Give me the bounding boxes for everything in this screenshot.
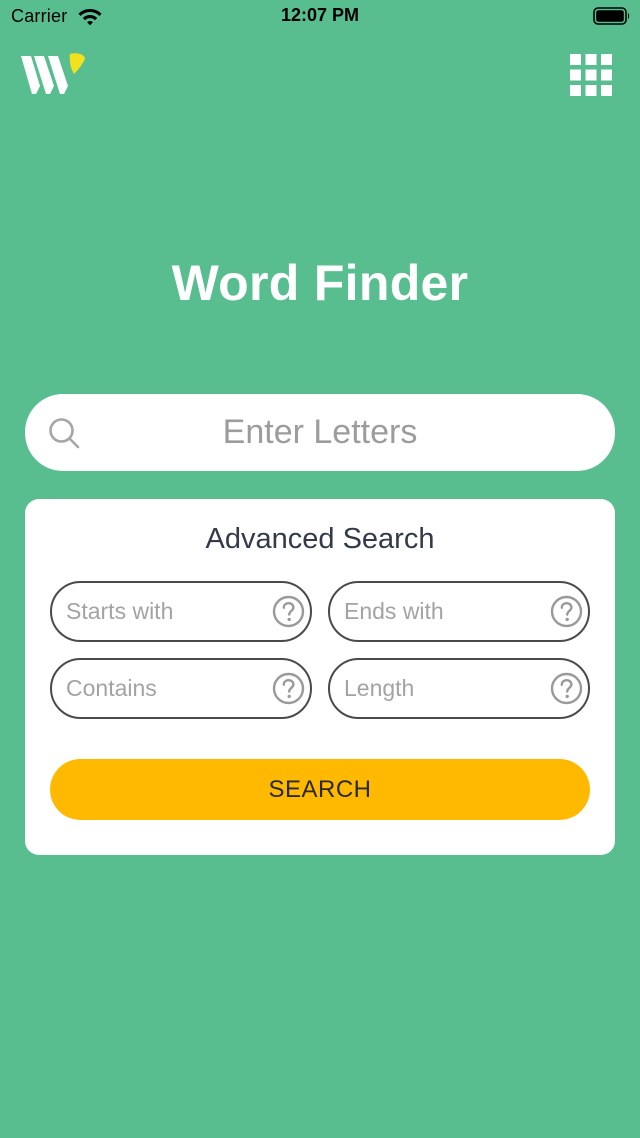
help-icon[interactable] (272, 672, 305, 705)
contains-input[interactable] (66, 660, 266, 717)
status-time: 12:07 PM (280, 5, 360, 25)
status-bar: Carrier 12:07 PM (0, 0, 640, 34)
starts-with-field[interactable] (50, 581, 312, 642)
battery-icon (593, 7, 630, 25)
help-icon[interactable] (550, 672, 583, 705)
help-icon[interactable] (272, 595, 305, 628)
search-icon (49, 418, 80, 449)
ends-with-field[interactable] (328, 581, 590, 642)
page-title: Word Finder (171, 255, 469, 311)
letters-search-bar[interactable] (25, 394, 615, 471)
length-field[interactable] (328, 658, 590, 719)
starts-with-input[interactable] (66, 583, 266, 640)
grid-menu-icon[interactable] (569, 53, 613, 97)
contains-field[interactable] (50, 658, 312, 719)
word-finder-logo (21, 53, 85, 94)
advanced-search-title: Advanced Search (205, 523, 435, 555)
length-input[interactable] (344, 660, 544, 717)
search-button[interactable]: SEARCH (50, 759, 590, 820)
help-icon[interactable] (550, 595, 583, 628)
advanced-search-card: Advanced Search SEARCH (25, 499, 615, 855)
ends-with-input[interactable] (344, 583, 544, 640)
letters-input[interactable] (95, 394, 545, 471)
